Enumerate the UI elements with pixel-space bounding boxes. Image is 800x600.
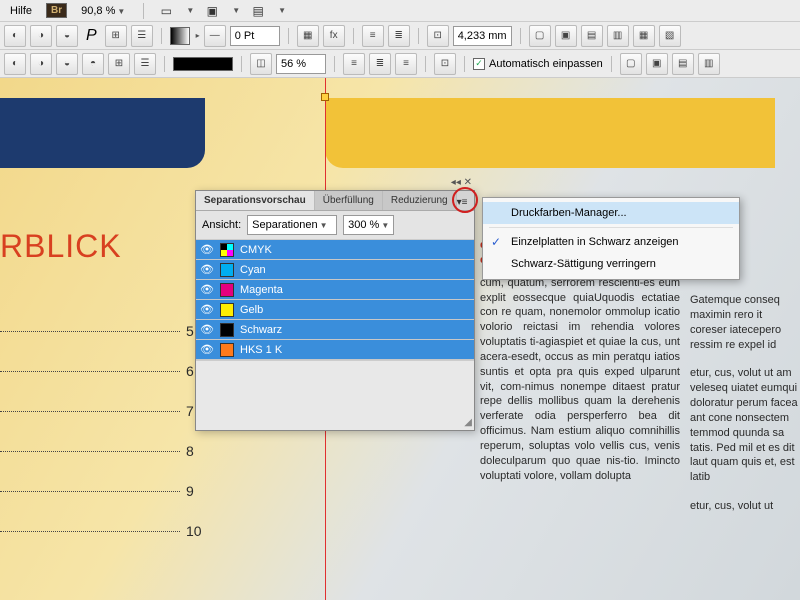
stroke-icon[interactable]: — (204, 25, 226, 47)
side-column-text[interactable]: Gatemque conseq maximin rero it coreser … (690, 293, 800, 514)
panel-grip[interactable]: ◂◂ ✕ (451, 177, 472, 188)
visibility-icon[interactable]: 👁 (200, 303, 214, 317)
ink-row-black[interactable]: 👁Schwarz (196, 320, 474, 340)
swatch-icon (220, 243, 234, 257)
stroke-weight-field[interactable]: 0 Pt (230, 26, 280, 46)
chevron-down-icon: ▼ (117, 7, 125, 16)
align-button[interactable]: ≣ (369, 53, 391, 75)
selection-handle[interactable] (321, 93, 329, 101)
tool-button[interactable]: ▢ (529, 25, 551, 47)
divider (143, 3, 144, 19)
swatch-icon (220, 343, 234, 357)
ruler-marks: 5 6 7 8 9 10 (0, 323, 202, 563)
opacity-field[interactable]: 56 % (276, 54, 326, 74)
tool-button[interactable]: ▤ (581, 25, 603, 47)
menu-help[interactable]: Hilfe (4, 3, 38, 19)
zoom-level[interactable]: 90,8 %▼ (75, 5, 131, 17)
tool-button[interactable]: ◑ (30, 25, 52, 47)
align-button[interactable]: ≡ (395, 53, 417, 75)
workspace-icon[interactable]: ▤ (248, 3, 268, 19)
visibility-icon[interactable]: 👁 (200, 323, 214, 337)
ink-row-magenta[interactable]: 👁Magenta (196, 280, 474, 300)
tab-separations-preview[interactable]: Separationsvorschau (196, 191, 315, 210)
visibility-icon[interactable]: 👁 (200, 263, 214, 277)
ink-row-spot[interactable]: 👁HKS 1 K (196, 340, 474, 360)
visibility-icon[interactable]: 👁 (200, 343, 214, 357)
panel-tabs: Separationsvorschau Überfüllung Reduzier… (196, 191, 474, 211)
tool-button[interactable]: ▥ (698, 53, 720, 75)
separations-panel[interactable]: ◂◂ ✕ Separationsvorschau Überfüllung Red… (195, 190, 475, 431)
tool-button[interactable]: ◒ (56, 25, 78, 47)
tool-button[interactable]: ▦ (633, 25, 655, 47)
width-field[interactable]: 4,233 mm (453, 26, 512, 46)
yellow-shape[interactable] (325, 98, 775, 168)
opacity-icon[interactable]: ◫ (250, 53, 272, 75)
tool-button[interactable]: ⊡ (434, 53, 456, 75)
tool-button[interactable]: ▧ (659, 25, 681, 47)
gradient-swatch[interactable] (170, 27, 190, 45)
preview-zoom-field[interactable]: 300 % ▼ (343, 215, 394, 235)
tool-button[interactable]: ▣ (646, 53, 668, 75)
check-icon: ✓ (491, 235, 501, 249)
panel-controls: Ansicht: Separationen ▼ 300 % ▼ (196, 211, 474, 240)
blue-shape[interactable] (0, 98, 205, 168)
headline-text[interactable]: RBLICK (0, 228, 122, 265)
bridge-button[interactable]: Br (46, 3, 67, 18)
visibility-icon[interactable]: 👁 (200, 243, 214, 257)
tab-flatten[interactable]: Reduzierung (383, 191, 457, 210)
tool-button[interactable]: ▢ (620, 53, 642, 75)
effects-button[interactable]: ▦ (297, 25, 319, 47)
menu-item-ink-manager[interactable]: Druckfarben-Manager... (483, 202, 739, 224)
view-dropdown[interactable]: Separationen ▼ (247, 215, 337, 235)
ink-row-cyan[interactable]: 👁Cyan (196, 260, 474, 280)
tool-button[interactable]: ◐ (4, 53, 26, 75)
panel-flyout-button[interactable]: ▾≡ (454, 195, 470, 209)
tool-button[interactable]: ⊞ (105, 25, 127, 47)
tool-button[interactable]: ▤ (672, 53, 694, 75)
tool-button[interactable]: ◒ (56, 53, 78, 75)
frame-fit-button[interactable]: ⊡ (427, 25, 449, 47)
tool-button[interactable]: ▥ (607, 25, 629, 47)
menu-item-desaturate-black[interactable]: Schwarz-Sättigung verringern (483, 253, 739, 275)
swatch-icon (220, 263, 234, 277)
view-label: Ansicht: (202, 219, 241, 231)
ink-list: 👁CMYK 👁Cyan 👁Magenta 👁Gelb 👁Schwarz 👁HKS… (196, 240, 474, 360)
swatch-icon (220, 303, 234, 317)
stroke-style[interactable] (173, 57, 233, 71)
menubar: Hilfe Br 90,8 %▼ ▭▼ ▣▼ ▤▼ (0, 0, 800, 22)
tool-button[interactable]: ⊞ (108, 53, 130, 75)
resize-grip-icon[interactable]: ◢ (464, 417, 472, 428)
tool-button[interactable]: ◐ (4, 25, 26, 47)
swatch-icon (220, 283, 234, 297)
ink-row-yellow[interactable]: 👁Gelb (196, 300, 474, 320)
tool-button[interactable]: ☰ (134, 53, 156, 75)
panel-flyout-menu: Druckfarben-Manager... ✓Einzelplatten in… (482, 197, 740, 280)
align-button[interactable]: ≡ (343, 53, 365, 75)
align-button[interactable]: ≣ (388, 25, 410, 47)
paragraph-icon[interactable]: P (82, 27, 101, 45)
tool-button[interactable]: ◑ (30, 53, 52, 75)
arrange-icon[interactable]: ▣ (202, 3, 222, 19)
toolbar-2: ◐ ◑ ◒ ◓ ⊞ ☰ ◫ 56 % ≡ ≣ ≡ ⊡ ✓ Automatisch… (0, 50, 800, 78)
tab-trap[interactable]: Überfüllung (315, 191, 383, 210)
menu-separator (489, 227, 733, 228)
autofit-checkbox[interactable]: ✓ (473, 58, 485, 70)
toolbar-1: ◐ ◑ ◒ P ⊞ ☰ ▸ — 0 Pt ▦ fx ≡ ≣ ⊡ 4,233 mm… (0, 22, 800, 50)
menu-item-show-single-black[interactable]: ✓Einzelplatten in Schwarz anzeigen (483, 231, 739, 253)
align-button[interactable]: ≡ (362, 25, 384, 47)
chevron-down-icon: ▼ (320, 221, 328, 230)
fx-button[interactable]: fx (323, 25, 345, 47)
autofit-label: Automatisch einpassen (489, 58, 603, 70)
screen-mode-icon[interactable]: ▭ (156, 3, 176, 19)
tool-button[interactable]: ▣ (555, 25, 577, 47)
panel-footer: ◢ (196, 360, 474, 430)
visibility-icon[interactable]: 👁 (200, 283, 214, 297)
swatch-icon (220, 323, 234, 337)
ink-row-cmyk[interactable]: 👁CMYK (196, 240, 474, 260)
tool-button[interactable]: ☰ (131, 25, 153, 47)
tool-button[interactable]: ◓ (82, 53, 104, 75)
